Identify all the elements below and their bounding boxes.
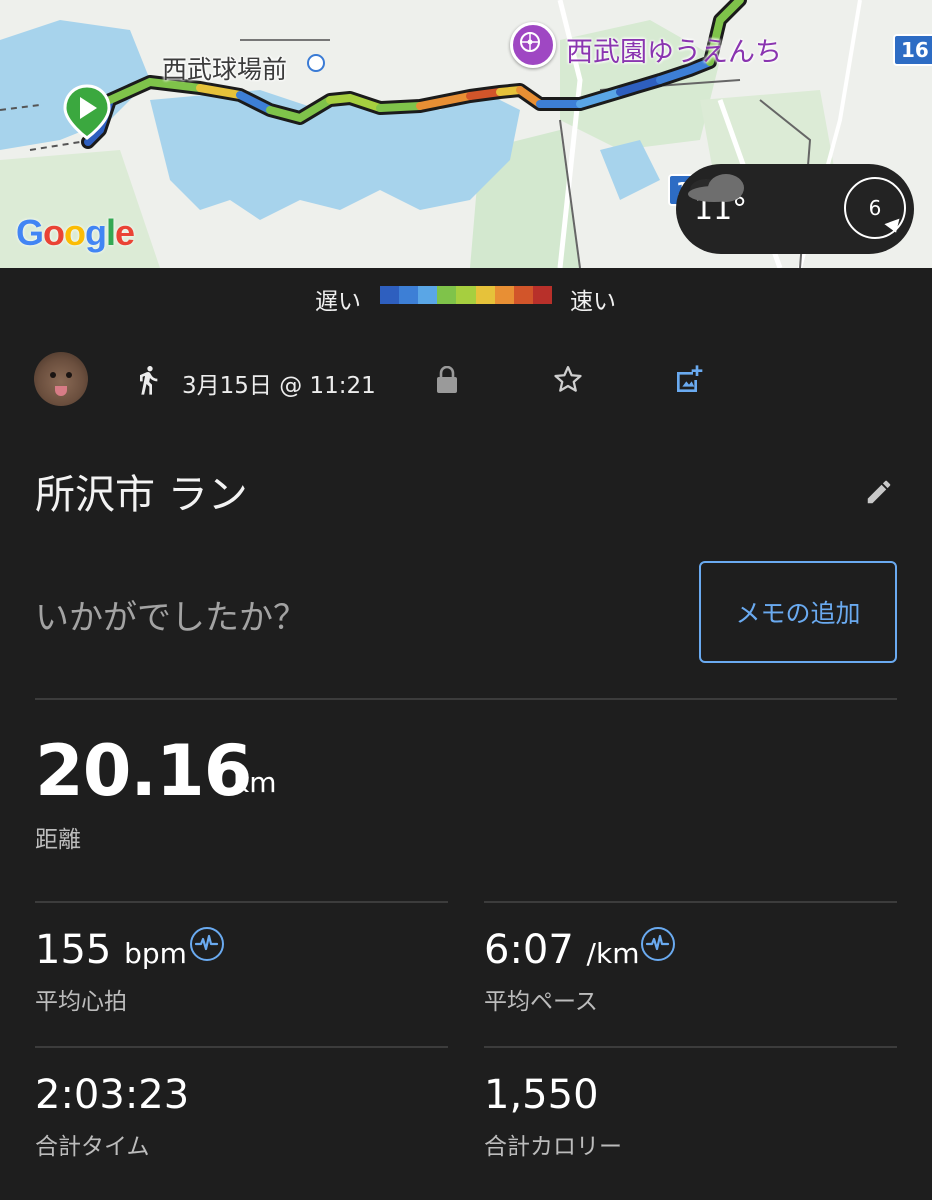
star-icon[interactable] xyxy=(553,364,583,394)
distance-value: 20.16 xyxy=(35,730,252,812)
wind-speed: 6 xyxy=(868,196,882,220)
station-icon xyxy=(307,54,325,72)
pace-legend: 遅い 速い xyxy=(0,282,932,315)
legend-swatch xyxy=(532,286,552,304)
total-calories-value: 1,550 xyxy=(484,1072,599,1118)
pace-icon[interactable] xyxy=(641,927,675,961)
route-map[interactable]: 西武球場前 西武園ゆうえんち 16 1 Google 11° 6 xyxy=(0,0,932,268)
lock-icon[interactable] xyxy=(436,366,458,394)
google-logo: Google xyxy=(16,212,135,253)
total-calories-label: 合計カロリー xyxy=(484,1134,622,1160)
amusement-park-icon[interactable] xyxy=(510,22,556,68)
avg-pace-value: 6:07 xyxy=(484,927,574,973)
legend-swatch xyxy=(380,286,400,304)
avatar[interactable] xyxy=(34,352,88,406)
legend-swatch xyxy=(418,286,438,304)
legend-swatch xyxy=(437,286,457,304)
divider xyxy=(35,901,448,903)
legend-swatch xyxy=(475,286,495,304)
add-photo-icon[interactable] xyxy=(673,364,705,396)
distance-label: 距離 xyxy=(35,827,81,853)
avg-heart-rate: 155 bpm xyxy=(35,927,187,973)
play-marker-icon[interactable] xyxy=(62,84,112,140)
route-badge-16: 16 xyxy=(893,34,932,66)
activity-title[interactable]: 所沢市 ラン xyxy=(35,462,248,520)
legend-color-bar xyxy=(380,286,552,304)
avg-heart-rate-label: 平均心拍 xyxy=(35,989,127,1015)
activity-date: 3月15日 @ 11:21 xyxy=(182,373,376,399)
avg-pace: 6:07 /km xyxy=(484,927,639,973)
activity-meta-row: 3月15日 @ 11:21 xyxy=(0,352,932,408)
map-label-seibuen-yuenchi: 西武園ゆうえんち xyxy=(566,37,782,68)
divider xyxy=(484,901,897,903)
legend-swatch xyxy=(456,286,476,304)
map-label-seibu-kyujo-mae: 西武球場前 xyxy=(162,55,288,84)
total-time-value: 2:03:23 xyxy=(35,1072,190,1118)
pencil-icon[interactable] xyxy=(864,477,894,507)
legend-slow-label: 遅い xyxy=(315,289,361,315)
divider xyxy=(484,1046,897,1048)
heart-rate-icon[interactable] xyxy=(190,927,224,961)
avg-heart-rate-unit: bpm xyxy=(124,937,187,970)
legend-swatch xyxy=(494,286,514,304)
cloud-icon xyxy=(688,174,744,202)
total-time-label: 合計タイム xyxy=(35,1134,150,1160)
divider xyxy=(35,698,897,700)
add-memo-button[interactable]: メモの追加 xyxy=(699,561,897,663)
feedback-prompt: いかがでしたか？ xyxy=(35,598,307,638)
legend-swatch xyxy=(399,286,419,304)
avg-pace-unit: /km xyxy=(586,937,640,970)
distance-unit: km xyxy=(233,766,277,799)
wind-direction-icon: 6 xyxy=(844,177,906,239)
divider xyxy=(35,1046,448,1048)
running-icon xyxy=(140,366,158,395)
legend-fast-label: 速い xyxy=(570,289,616,315)
weather-widget[interactable]: 11° 6 xyxy=(676,164,914,254)
avg-pace-label: 平均ペース xyxy=(484,989,598,1015)
avg-heart-rate-value: 155 xyxy=(35,927,112,973)
legend-swatch xyxy=(513,286,533,304)
